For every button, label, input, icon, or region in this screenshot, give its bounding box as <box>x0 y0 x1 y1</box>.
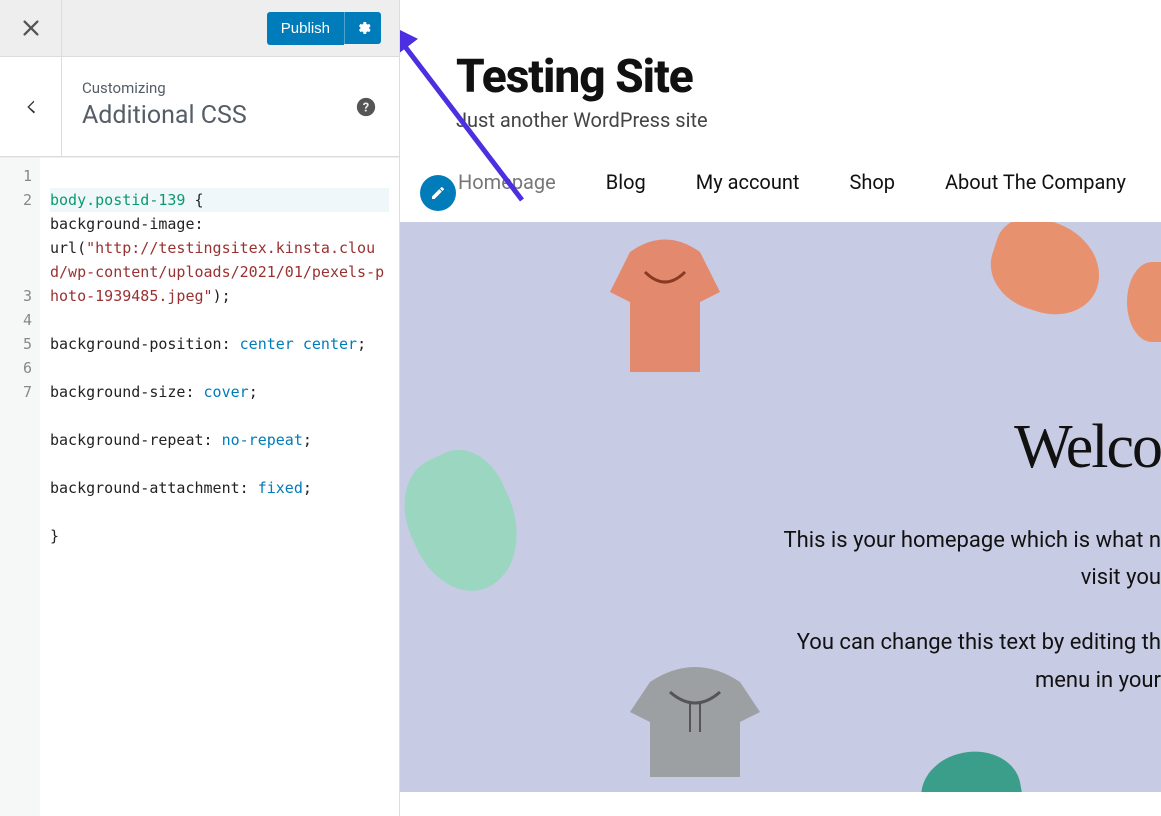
hero-paragraph-1b: visit you <box>731 560 1161 595</box>
site-nav: Homepage Blog My account Shop About The … <box>400 170 1161 222</box>
help-icon: ? <box>355 96 377 118</box>
pencil-icon <box>430 185 446 201</box>
back-button[interactable] <box>0 57 62 156</box>
nav-about[interactable]: About The Company <box>945 170 1126 194</box>
close-icon <box>20 17 42 39</box>
site-tagline: Just another WordPress site <box>456 108 1161 132</box>
nav-blog[interactable]: Blog <box>606 170 646 194</box>
hero-sketch-orange-shirt-icon <box>980 222 1112 327</box>
hero-title: Welco <box>731 412 1161 483</box>
nav-shop[interactable]: Shop <box>849 170 895 194</box>
svg-text:?: ? <box>363 100 369 115</box>
gear-icon <box>355 20 371 36</box>
publish-button[interactable]: Publish <box>267 12 344 45</box>
hero-sketch-orange-edge-icon <box>1127 262 1161 342</box>
publish-group: Publish <box>267 12 381 45</box>
hero-sketch-teal-icon <box>915 744 1027 792</box>
help-button[interactable]: ? <box>351 92 381 122</box>
section-header: Customizing Additional CSS ? <box>0 57 399 157</box>
css-editor[interactable]: 1 2 3 4 5 6 7 body.postid-139 {backgroun… <box>0 157 399 816</box>
line-number-gutter: 1 2 3 4 5 6 7 <box>0 158 40 816</box>
hero-section: Welco This is your homepage which is wha… <box>400 222 1161 792</box>
publish-settings-toggle[interactable] <box>344 12 381 44</box>
hero-paragraph-2a: You can change this text by editing th <box>731 625 1161 660</box>
site-title[interactable]: Testing Site <box>456 50 1161 104</box>
nav-account[interactable]: My account <box>696 170 800 194</box>
hero-paragraph-1a: This is your homepage which is what n <box>731 523 1161 558</box>
hero-text: Welco This is your homepage which is wha… <box>731 412 1161 728</box>
section-supertitle: Customizing <box>82 79 335 97</box>
nav-homepage[interactable]: Homepage <box>458 170 556 194</box>
customizer-sidebar: Publish Customizing Additional CSS <box>0 0 400 816</box>
hero-paragraph-2b: menu in your <box>731 663 1161 698</box>
hero-sketch-mint-shirt-icon <box>400 436 540 607</box>
customizer-topbar: Publish <box>0 0 399 57</box>
site-header: Testing Site Just another WordPress site <box>400 0 1161 142</box>
edit-shortcut-button[interactable] <box>420 175 456 211</box>
hero-sketch-top-hoodie-icon <box>590 232 740 402</box>
site-preview: Testing Site Just another WordPress site… <box>400 0 1161 816</box>
code-content[interactable]: body.postid-139 {background-image: url("… <box>40 158 399 816</box>
close-customizer-button[interactable] <box>0 0 62 56</box>
section-title: Additional CSS <box>82 101 335 130</box>
chevron-left-icon <box>20 96 42 118</box>
